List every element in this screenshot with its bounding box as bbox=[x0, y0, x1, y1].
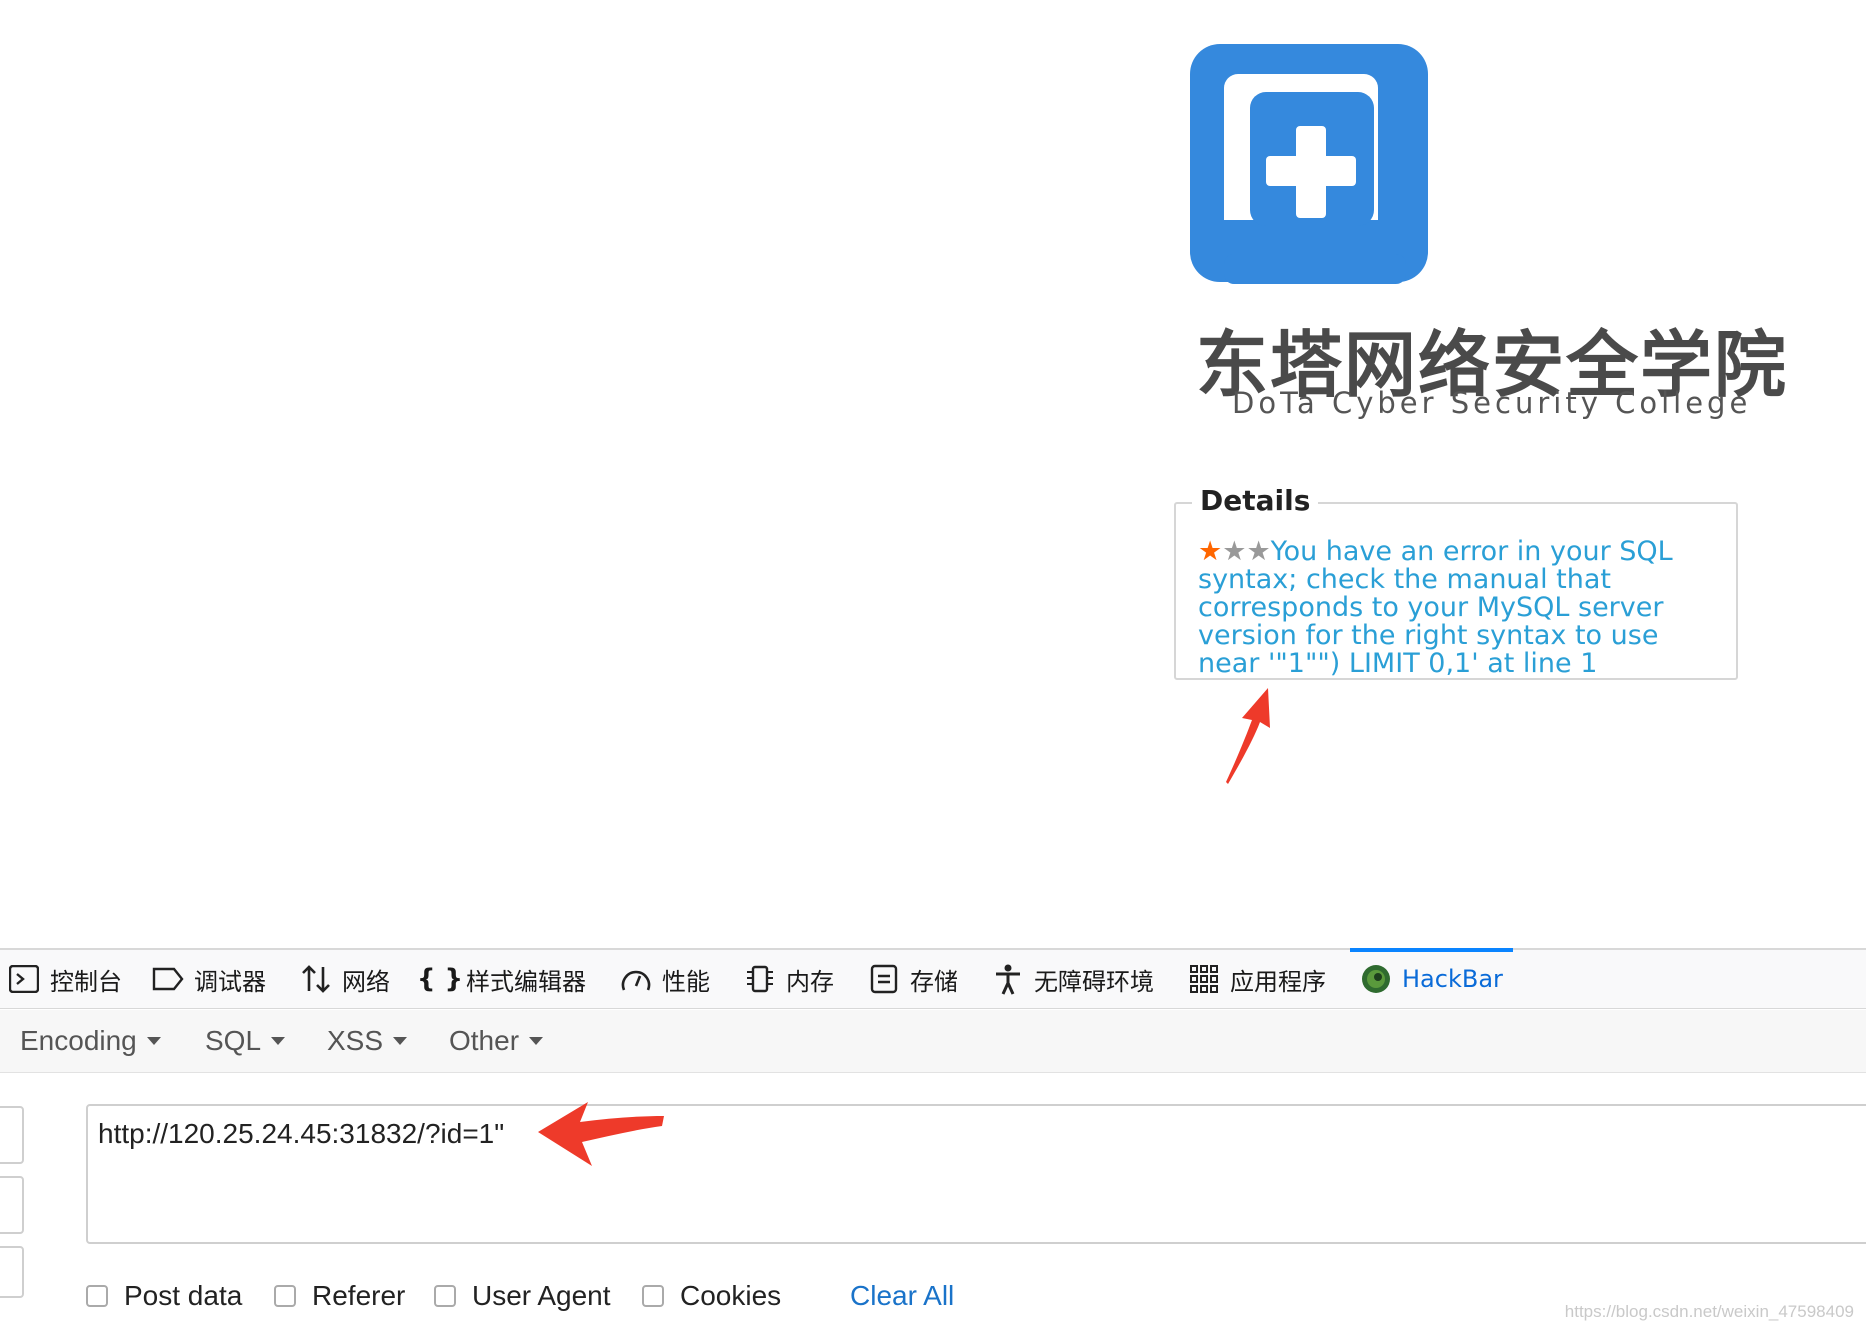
error-message: ★★★You have an error in your SQL syntax;… bbox=[1198, 538, 1728, 678]
execute-button[interactable] bbox=[0, 1246, 24, 1298]
hackbar-menu: Encoding SQL XSS Other bbox=[0, 1010, 1866, 1073]
caret-down-icon bbox=[393, 1037, 408, 1045]
option-user-agent[interactable]: User Agent bbox=[434, 1276, 611, 1316]
console-icon bbox=[8, 963, 40, 995]
star-empty-icon: ★ bbox=[1246, 536, 1271, 567]
debugger-icon bbox=[152, 963, 184, 995]
menu-xss[interactable]: XSS bbox=[327, 1010, 408, 1072]
star-empty-icon: ★ bbox=[1222, 536, 1247, 567]
caret-down-icon bbox=[146, 1037, 161, 1045]
tab-performance[interactable]: 性能 bbox=[620, 950, 710, 1008]
storage-icon bbox=[868, 963, 900, 995]
menu-sql[interactable]: SQL bbox=[205, 1010, 286, 1072]
tab-debugger[interactable]: 调试器 bbox=[152, 950, 266, 1008]
tab-style-editor[interactable]: { } 样式编辑器 bbox=[416, 950, 586, 1008]
user-agent-checkbox[interactable] bbox=[434, 1285, 456, 1307]
performance-icon bbox=[620, 963, 652, 995]
menu-other[interactable]: Other bbox=[449, 1010, 544, 1072]
annotation-arrow-up bbox=[1226, 688, 1270, 784]
tab-application[interactable]: 应用程序 bbox=[1188, 950, 1326, 1008]
menu-encoding[interactable]: Encoding bbox=[20, 1010, 161, 1072]
caret-down-icon bbox=[271, 1037, 286, 1045]
load-url-button[interactable] bbox=[0, 1106, 24, 1164]
caret-down-icon bbox=[529, 1037, 544, 1045]
devtools-tab-bar: 控制台 调试器 网络 { } 样式编辑器 性能 内存 存储 无障碍环境 应用程序… bbox=[0, 948, 1866, 1009]
tab-network[interactable]: 网络 bbox=[300, 950, 390, 1008]
split-url-button[interactable] bbox=[0, 1176, 24, 1234]
network-icon bbox=[300, 963, 332, 995]
tab-hackbar[interactable]: HackBar bbox=[1350, 948, 1513, 1008]
application-icon bbox=[1188, 963, 1220, 995]
referer-checkbox[interactable] bbox=[274, 1285, 296, 1307]
post-data-checkbox[interactable] bbox=[86, 1285, 108, 1307]
memory-icon bbox=[744, 963, 776, 995]
cookies-checkbox[interactable] bbox=[642, 1285, 664, 1307]
style-editor-icon: { } bbox=[416, 964, 464, 994]
watermark: https://blog.csdn.net/weixin_47598409 bbox=[1564, 1302, 1854, 1321]
hackbar-icon bbox=[1360, 963, 1392, 995]
clear-all-button[interactable]: Clear All bbox=[850, 1276, 954, 1316]
option-post-data[interactable]: Post data bbox=[86, 1276, 242, 1316]
tab-console[interactable]: 控制台 bbox=[8, 950, 122, 1008]
brand-name-en: DoTa Cyber Security College bbox=[1232, 386, 1752, 420]
star-filled-icon: ★ bbox=[1198, 536, 1223, 567]
tab-memory[interactable]: 内存 bbox=[744, 950, 834, 1008]
option-referer[interactable]: Referer bbox=[274, 1276, 405, 1316]
tab-accessibility[interactable]: 无障碍环境 bbox=[992, 950, 1154, 1008]
devtools-panel: 控制台 调试器 网络 { } 样式编辑器 性能 内存 存储 无障碍环境 应用程序… bbox=[0, 948, 1866, 1332]
tab-storage[interactable]: 存储 bbox=[868, 950, 958, 1008]
logo bbox=[1180, 30, 1500, 294]
url-value: http://120.25.24.45:31832/?id=1" bbox=[98, 1118, 505, 1149]
accessibility-icon bbox=[992, 963, 1024, 995]
option-cookies[interactable]: Cookies bbox=[642, 1276, 781, 1316]
details-legend: Details bbox=[1192, 484, 1319, 517]
logo-icon bbox=[1190, 44, 1428, 284]
annotation-arrow-left bbox=[538, 1102, 664, 1166]
